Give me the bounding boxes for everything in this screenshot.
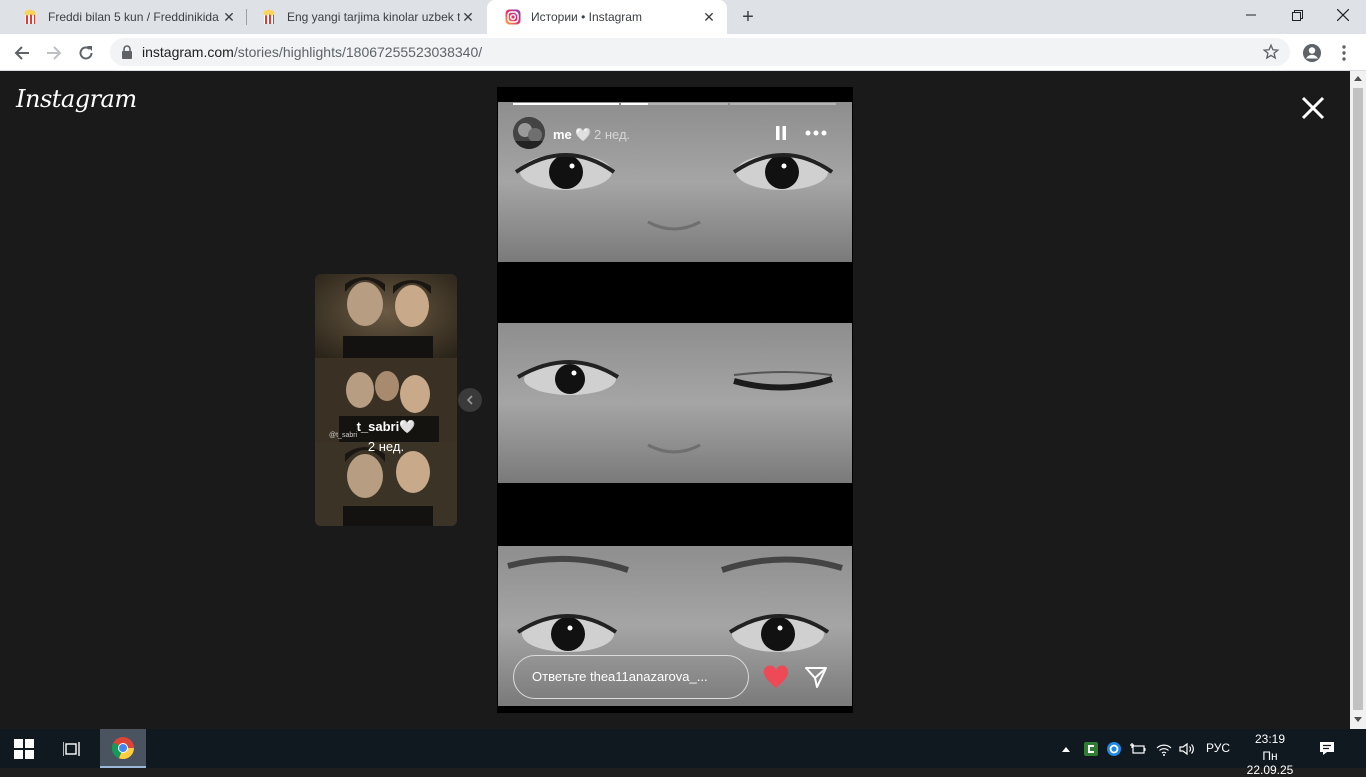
tab-title: Истории • Instagram <box>531 10 642 24</box>
blue-app-icon <box>1107 741 1121 756</box>
instagram-story-viewer: Instagram @t_sabri t_sabri🤍 2 нед. me 🤍 … <box>0 71 1350 729</box>
scroll-up-icon[interactable] <box>1354 76 1362 81</box>
chrome-taskbar-button[interactable] <box>100 729 146 768</box>
pause-icon[interactable] <box>773 125 789 141</box>
story-username[interactable]: me 🤍 <box>553 127 592 143</box>
progress-segment <box>621 103 728 105</box>
close-icon <box>1337 9 1349 21</box>
current-story[interactable]: me 🤍 2 нед. Ответьте thea11anazarova_... <box>497 87 853 713</box>
action-center-button[interactable] <box>1312 729 1342 768</box>
progress-segment <box>729 103 836 105</box>
tab-title: Freddi bilan 5 kun / Freddinikida <box>48 10 219 24</box>
task-view-button[interactable] <box>48 729 96 768</box>
address-bar[interactable]: instagram.com/stories/highlights/1806725… <box>110 38 1290 66</box>
preview-photo <box>315 442 457 526</box>
battery-icon[interactable] <box>1128 729 1148 768</box>
chevron-up-icon <box>1062 746 1070 752</box>
start-button[interactable] <box>0 729 48 768</box>
arrow-left-icon <box>14 46 29 60</box>
close-story-icon[interactable] <box>1300 95 1326 121</box>
tab-instagram[interactable]: Истории • Instagram ✕ <box>487 0 727 34</box>
reload-icon <box>79 46 93 60</box>
scrollbar-thumb[interactable] <box>1353 88 1363 710</box>
tray-app-green[interactable] <box>1081 729 1101 768</box>
more-options-icon[interactable] <box>805 125 827 141</box>
heart-icon[interactable] <box>763 665 789 689</box>
previous-story-button[interactable] <box>458 388 482 412</box>
browser-toolbar: instagram.com/stories/highlights/1806725… <box>0 34 1366 71</box>
tab-title: Eng yangi tarjima kinolar uzbek t <box>287 10 460 24</box>
back-button[interactable] <box>8 39 36 67</box>
kebab-menu-icon <box>1342 45 1346 61</box>
preview-photo <box>315 274 457 358</box>
new-tab-button[interactable]: + <box>737 6 759 28</box>
close-window-button[interactable] <box>1320 0 1366 30</box>
url-host: instagram.com <box>142 44 234 60</box>
popcorn-icon <box>261 9 277 25</box>
tab-kinolar[interactable]: Eng yangi tarjima kinolar uzbek t ✕ <box>243 0 486 34</box>
lock-icon <box>122 45 132 59</box>
account-icon <box>1303 44 1321 62</box>
preview-username: t_sabri🤍 <box>356 419 416 434</box>
story-progress <box>513 103 836 105</box>
progress-fill <box>513 103 620 105</box>
notification-icon <box>1320 742 1334 755</box>
preview-time: 2 нед. <box>367 439 405 454</box>
green-app-icon <box>1084 741 1098 756</box>
volume-icon[interactable] <box>1177 729 1197 768</box>
chevron-left-icon <box>466 395 473 405</box>
instagram-logo[interactable]: Instagram <box>16 85 137 113</box>
send-icon[interactable] <box>804 665 828 689</box>
tray-app-blue[interactable] <box>1104 729 1124 768</box>
bookmark-star-icon[interactable] <box>1262 43 1280 61</box>
wifi-icon[interactable] <box>1154 729 1174 768</box>
avatar[interactable] <box>513 117 545 149</box>
tray-expand-button[interactable] <box>1058 729 1074 768</box>
windows-taskbar: РУС 23:19 Пн 22.09.25 <box>0 729 1366 777</box>
tab-close-icon[interactable]: ✕ <box>221 9 237 25</box>
task-view-icon <box>63 741 80 756</box>
popcorn-icon <box>22 9 38 25</box>
minimize-icon <box>1246 14 1256 16</box>
instagram-icon <box>505 9 521 25</box>
restore-button[interactable] <box>1274 0 1320 30</box>
scroll-down-icon[interactable] <box>1354 717 1362 722</box>
profile-button[interactable] <box>1298 39 1326 67</box>
reply-input[interactable]: Ответьте thea11anazarova_... <box>513 655 749 699</box>
language-indicator[interactable]: РУС <box>1206 741 1230 755</box>
avatar-image <box>513 117 545 149</box>
clock-date[interactable]: Пн 22.09.25 <box>1238 749 1302 777</box>
story-time: 2 нед. <box>594 127 631 142</box>
url-text: instagram.com/stories/highlights/1806725… <box>142 44 482 60</box>
restore-icon <box>1291 9 1303 21</box>
clock-time[interactable]: 23:19 <box>1254 732 1286 746</box>
arrow-right-icon <box>47 46 62 60</box>
chrome-icon <box>111 736 135 759</box>
story-photo-eyes <box>498 323 852 483</box>
forward-button[interactable] <box>40 39 68 67</box>
menu-button[interactable] <box>1330 39 1358 67</box>
reload-button[interactable] <box>72 39 100 67</box>
minimize-button[interactable] <box>1228 0 1274 30</box>
url-path: /stories/highlights/18067255523038340/ <box>233 44 483 60</box>
previous-story-preview[interactable]: @t_sabri t_sabri🤍 2 нед. <box>315 274 457 526</box>
progress-fill <box>621 103 648 105</box>
tab-strip: Freddi bilan 5 kun / Freddinikida ✕ Eng … <box>0 0 1366 34</box>
tab-close-icon[interactable]: ✕ <box>701 9 717 25</box>
progress-segment <box>513 103 620 105</box>
tab-freddi[interactable]: Freddi bilan 5 kun / Freddinikida ✕ <box>4 0 247 34</box>
page-scrollbar[interactable] <box>1350 71 1366 729</box>
story-photo-eyes <box>498 102 852 262</box>
windows-logo-icon <box>14 738 34 759</box>
tab-close-icon[interactable]: ✕ <box>460 9 476 25</box>
